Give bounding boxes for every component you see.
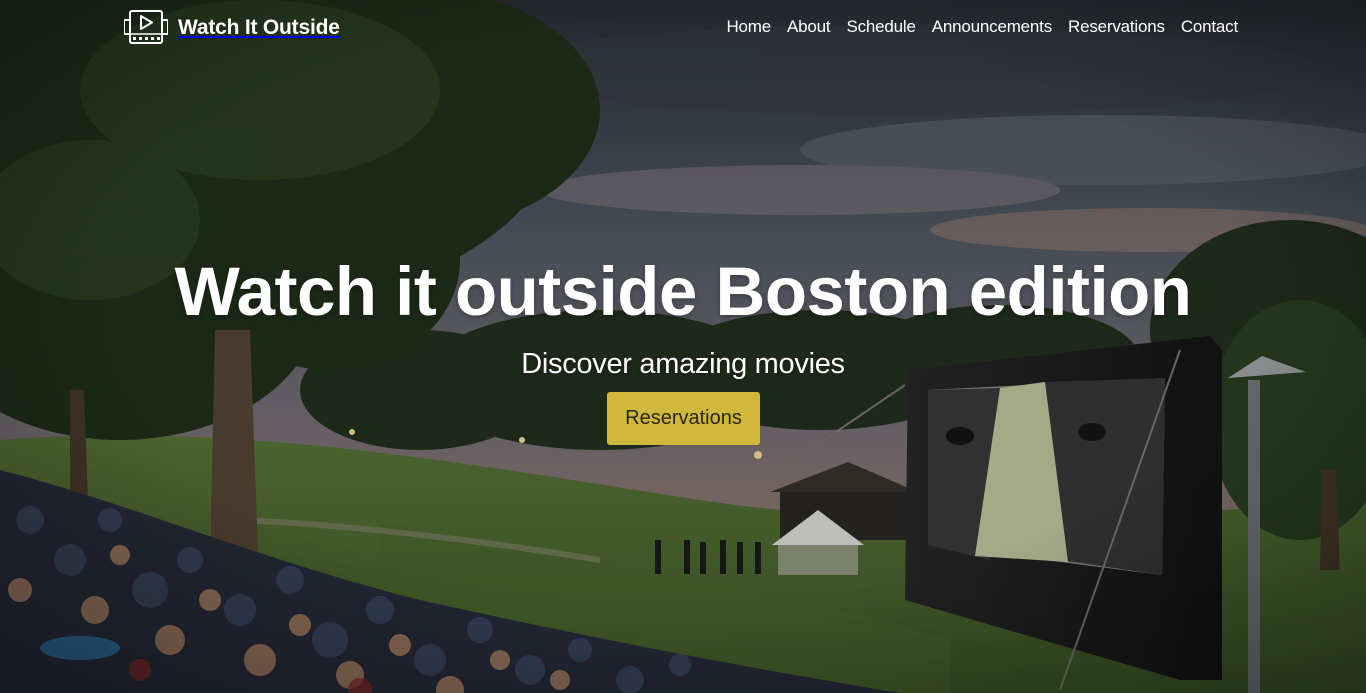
main-nav: Home About Schedule Announcements Reserv… [726,16,1238,38]
nav-item-contact: Contact [1181,16,1238,38]
navbar: Watch It Outside Home About Schedule Ann… [0,0,1366,54]
nav-item-announcements: Announcements [932,16,1052,38]
hero-title: Watch it outside Boston edition [174,253,1192,330]
nav-link-about[interactable]: About [787,17,831,36]
brand-link[interactable]: Watch It Outside [124,10,340,44]
nav-link-announcements[interactable]: Announcements [932,17,1052,36]
hero-section: Watch It Outside Home About Schedule Ann… [0,0,1366,693]
reservations-button[interactable]: Reservations [607,392,760,445]
brand-name: Watch It Outside [178,15,340,39]
nav-item-reservations: Reservations [1068,16,1165,38]
nav-link-contact[interactable]: Contact [1181,17,1238,36]
nav-item-about: About [787,16,831,38]
nav-link-home[interactable]: Home [726,17,771,36]
film-play-icon [124,10,168,44]
nav-link-schedule[interactable]: Schedule [846,17,915,36]
hero-subtitle: Discover amazing movies [521,348,845,380]
nav-item-schedule: Schedule [846,16,915,38]
nav-item-home: Home [726,16,771,38]
nav-link-reservations[interactable]: Reservations [1068,17,1165,36]
